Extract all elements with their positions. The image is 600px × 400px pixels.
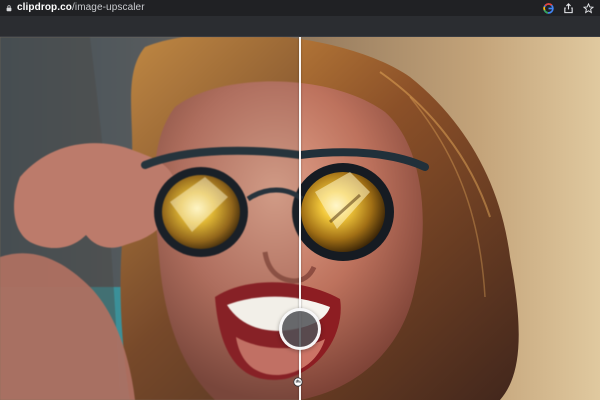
browser-window: clipdrop.co/image-upscaler — [0, 0, 600, 400]
url-path: /image-upscaler — [72, 2, 145, 13]
image-comparison-viewer[interactable] — [0, 37, 600, 400]
address-bar[interactable]: clipdrop.co/image-upscaler — [0, 0, 600, 16]
upscaled-image-side — [300, 37, 600, 400]
google-icon[interactable] — [542, 2, 554, 14]
browser-actions — [542, 2, 594, 14]
share-icon[interactable] — [562, 2, 574, 14]
browser-toolbar — [0, 16, 600, 37]
original-image-side — [0, 37, 300, 400]
star-icon[interactable] — [582, 2, 594, 14]
portrait-image-upscaled — [300, 37, 600, 400]
lock-icon — [6, 5, 12, 12]
url-domain: clipdrop.co — [17, 2, 72, 13]
page-url[interactable]: clipdrop.co/image-upscaler — [17, 0, 145, 16]
hand-cursor-icon — [293, 377, 303, 387]
comparison-slider-handle[interactable] — [279, 308, 321, 350]
portrait-image — [0, 37, 300, 400]
